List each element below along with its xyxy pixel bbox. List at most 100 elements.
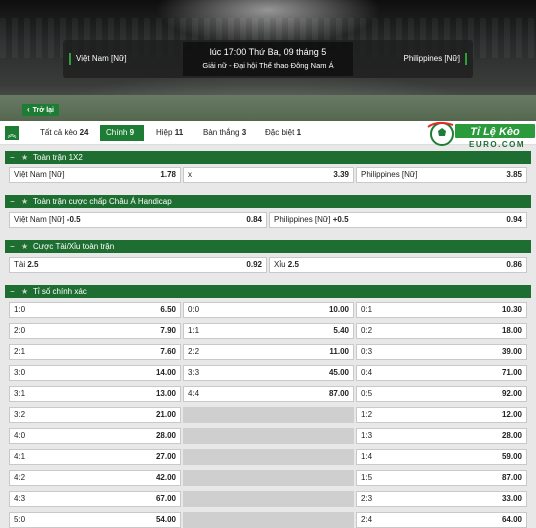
score-odds-cell[interactable]: 3:3 45.00	[183, 365, 354, 381]
score-label: 0:5	[361, 389, 373, 398]
empty-cell	[183, 407, 354, 423]
section-header-correct-score[interactable]: − ★ Tỉ số chính xác	[5, 285, 531, 298]
section-header-1x2[interactable]: − ★ Toàn trận 1X2	[5, 151, 531, 164]
star-icon[interactable]: ★	[21, 195, 28, 208]
section-title: Cược Tài/Xỉu toàn trận	[33, 242, 115, 251]
odds-cell-under[interactable]: Xỉu 2.5 0.86	[269, 257, 527, 273]
match-info-box: Việt Nam [Nữ] lúc 17:00 Thứ Ba, 09 tháng…	[63, 40, 473, 78]
star-icon[interactable]: ★	[21, 285, 28, 298]
home-team-name: Việt Nam [Nữ]	[69, 53, 127, 65]
tab-main-count: 9	[129, 128, 135, 137]
score-odds-cell[interactable]: 0:0 10.00	[183, 302, 354, 318]
score-odds-cell[interactable]: 0:1 10.30	[356, 302, 527, 318]
score-label: 0:4	[361, 368, 373, 377]
odds-cell-home[interactable]: Việt Nam [Nữ] 1.78	[9, 167, 181, 183]
score-label: 4:1	[14, 452, 26, 461]
odds-cell-draw[interactable]: x 3.39	[183, 167, 354, 183]
score-odds-cell[interactable]: 1:5 87.00	[356, 470, 527, 486]
tab-main-label: Chính	[106, 128, 128, 137]
score-odds-cell[interactable]: 0:2 18.00	[356, 323, 527, 339]
score-odds-cell[interactable]: 3:0 14.00	[9, 365, 181, 381]
score-odds-value: 21.00	[155, 410, 176, 419]
score-odds-value: 45.00	[328, 368, 349, 377]
collapse-icon[interactable]: −	[10, 195, 15, 208]
match-league: Giải nữ - Đại hội Thể thao Đông Nam Á	[202, 61, 334, 70]
score-odds-cell[interactable]: 4:2 42.00	[9, 470, 181, 486]
star-icon[interactable]: ★	[21, 240, 28, 253]
score-odds-cell[interactable]: 4:0 28.00	[9, 428, 181, 444]
tab-goals[interactable]: Bàn thắng 3	[197, 125, 252, 141]
score-odds-value: 12.00	[501, 410, 522, 419]
tab-goals-label: Bàn thắng	[203, 128, 240, 137]
odds-value: 0.94	[506, 215, 522, 224]
section-title: Toàn trận cược chấp Châu Á Handicap	[33, 197, 172, 206]
score-odds-cell[interactable]: 5:0 54.00	[9, 512, 181, 528]
score-odds-value: 7.90	[160, 326, 176, 335]
score-odds-value: 27.00	[155, 452, 176, 461]
score-label: 3:3	[188, 368, 200, 377]
tab-all-label: Tất cả kèo	[40, 128, 78, 137]
score-odds-cell[interactable]: 2:0 7.90	[9, 323, 181, 339]
chevron-left-icon: ‹	[27, 105, 30, 114]
section-header-handicap[interactable]: − ★ Toàn trận cược chấp Châu Á Handicap	[5, 195, 531, 208]
tab-special-label: Đặc biệt	[265, 128, 295, 137]
collapse-icon[interactable]: −	[10, 285, 15, 298]
score-odds-cell[interactable]: 4:1 27.00	[9, 449, 181, 465]
odds-value: 1.78	[160, 170, 176, 179]
score-label: 4:0	[14, 431, 26, 440]
score-label: 3:1	[14, 389, 26, 398]
score-label: 5:0	[14, 515, 26, 524]
odds-value: 3.39	[333, 170, 349, 179]
score-odds-cell[interactable]: 2:4 64.00	[356, 512, 527, 528]
score-label: 1:1	[188, 326, 200, 335]
score-odds-value: 71.00	[501, 368, 522, 377]
tab-half-count: 11	[174, 128, 184, 137]
section-header-overunder[interactable]: − ★ Cược Tài/Xỉu toàn trận	[5, 240, 531, 253]
star-icon[interactable]: ★	[21, 151, 28, 164]
odds-cell-over[interactable]: Tài 2.5 0.92	[9, 257, 267, 273]
site-logo[interactable]: Tỉ Lệ Kèo EURO.COM	[425, 121, 536, 151]
score-odds-value: 13.00	[155, 389, 176, 398]
collapse-icon[interactable]: −	[10, 240, 15, 253]
score-odds-cell[interactable]: 1:0 6.50	[9, 302, 181, 318]
back-button[interactable]: ‹ Trở lại	[22, 104, 59, 116]
score-odds-cell[interactable]: 1:3 28.00	[356, 428, 527, 444]
odds-cell-handicap-home[interactable]: Việt Nam [Nữ] -0.5 0.84	[9, 212, 267, 228]
score-odds-cell[interactable]: 4:3 67.00	[9, 491, 181, 507]
score-odds-cell[interactable]: 2:1 7.60	[9, 344, 181, 360]
score-odds-value: 54.00	[155, 515, 176, 524]
score-odds-value: 87.00	[328, 389, 349, 398]
empty-cell	[183, 470, 354, 486]
odds-cell-away[interactable]: Philippines [Nữ] 3.85	[356, 167, 527, 183]
collapse-all-icon[interactable]: ︽	[5, 126, 19, 140]
odds-label: x	[188, 170, 192, 179]
score-odds-cell[interactable]: 4:4 87.00	[183, 386, 354, 402]
logo-title: Tỉ Lệ Kèo	[470, 126, 520, 138]
tab-half[interactable]: Hiệp 11	[150, 125, 189, 141]
score-odds-cell[interactable]: 1:2 12.00	[356, 407, 527, 423]
score-odds-cell[interactable]: 2:2 11.00	[183, 344, 354, 360]
score-odds-cell[interactable]: 0:3 39.00	[356, 344, 527, 360]
score-odds-value: 5.40	[333, 326, 349, 335]
empty-cell	[183, 512, 354, 528]
score-odds-value: 33.00	[501, 494, 522, 503]
tab-all[interactable]: Tất cả kèo 24	[34, 125, 95, 141]
back-label: Trở lại	[32, 106, 54, 114]
stadium-pitch	[0, 95, 536, 121]
score-odds-cell[interactable]: 2:3 33.00	[356, 491, 527, 507]
score-odds-cell[interactable]: 1:4 59.00	[356, 449, 527, 465]
score-odds-cell[interactable]: 3:1 13.00	[9, 386, 181, 402]
score-odds-cell[interactable]: 0:5 92.00	[356, 386, 527, 402]
score-odds-value: 42.00	[155, 473, 176, 482]
score-odds-cell[interactable]: 3:2 21.00	[9, 407, 181, 423]
tab-special[interactable]: Đặc biệt 1	[259, 125, 307, 141]
odds-cell-handicap-away[interactable]: Philippines [Nữ] +0.5 0.94	[269, 212, 527, 228]
odds-value: 0.84	[246, 215, 262, 224]
tab-all-count: 24	[79, 128, 89, 137]
score-odds-cell[interactable]: 1:1 5.40	[183, 323, 354, 339]
section-title: Toàn trận 1X2	[33, 153, 83, 162]
tab-main[interactable]: Chính 9	[100, 125, 144, 141]
collapse-icon[interactable]: −	[10, 151, 15, 164]
score-odds-value: 28.00	[155, 431, 176, 440]
score-odds-cell[interactable]: 0:4 71.00	[356, 365, 527, 381]
